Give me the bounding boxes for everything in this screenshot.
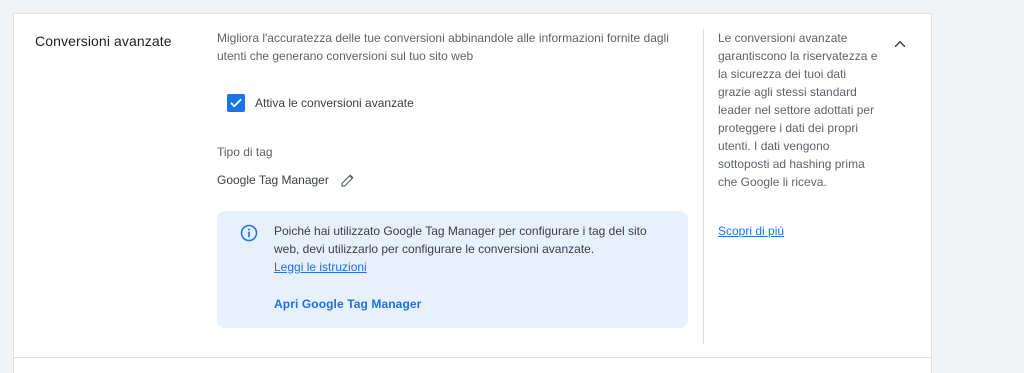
side-help-text: Le conversioni avanzate garantiscono la … xyxy=(718,31,878,189)
section-title: Conversioni avanzate xyxy=(35,33,172,49)
tag-type-value: Google Tag Manager xyxy=(217,173,329,187)
enhanced-conversions-card: Conversioni avanzate Migliora l'accurate… xyxy=(13,13,932,373)
learn-more-link[interactable]: Scopri di più xyxy=(718,224,784,238)
section-divider xyxy=(14,357,931,358)
section-description: Migliora l'accuratezza delle tue convers… xyxy=(217,31,669,63)
open-gtm-button[interactable]: Apri Google Tag Manager xyxy=(274,297,421,311)
checkbox-label: Attiva le conversioni avanzate xyxy=(255,96,414,110)
enable-enhanced-conversions-checkbox[interactable] xyxy=(227,94,245,112)
gtm-info-box: Poiché hai utilizzato Google Tag Manager… xyxy=(217,211,688,328)
check-icon xyxy=(230,98,242,108)
info-icon xyxy=(239,223,259,248)
enable-enhanced-conversions-row[interactable]: Attiva le conversioni avanzate xyxy=(227,94,414,112)
tag-type-label: Tipo di tag xyxy=(217,145,273,159)
info-message: Poiché hai utilizzato Google Tag Manager… xyxy=(274,224,647,256)
pencil-icon[interactable] xyxy=(339,171,357,189)
collapse-button[interactable] xyxy=(886,30,914,58)
vertical-divider xyxy=(703,29,704,344)
tag-type-row: Google Tag Manager xyxy=(217,171,357,189)
chevron-up-icon xyxy=(894,41,906,47)
info-text-block: Poiché hai utilizzato Google Tag Manager… xyxy=(274,222,674,276)
read-instructions-link[interactable]: Leggi le istruzioni xyxy=(274,260,367,274)
